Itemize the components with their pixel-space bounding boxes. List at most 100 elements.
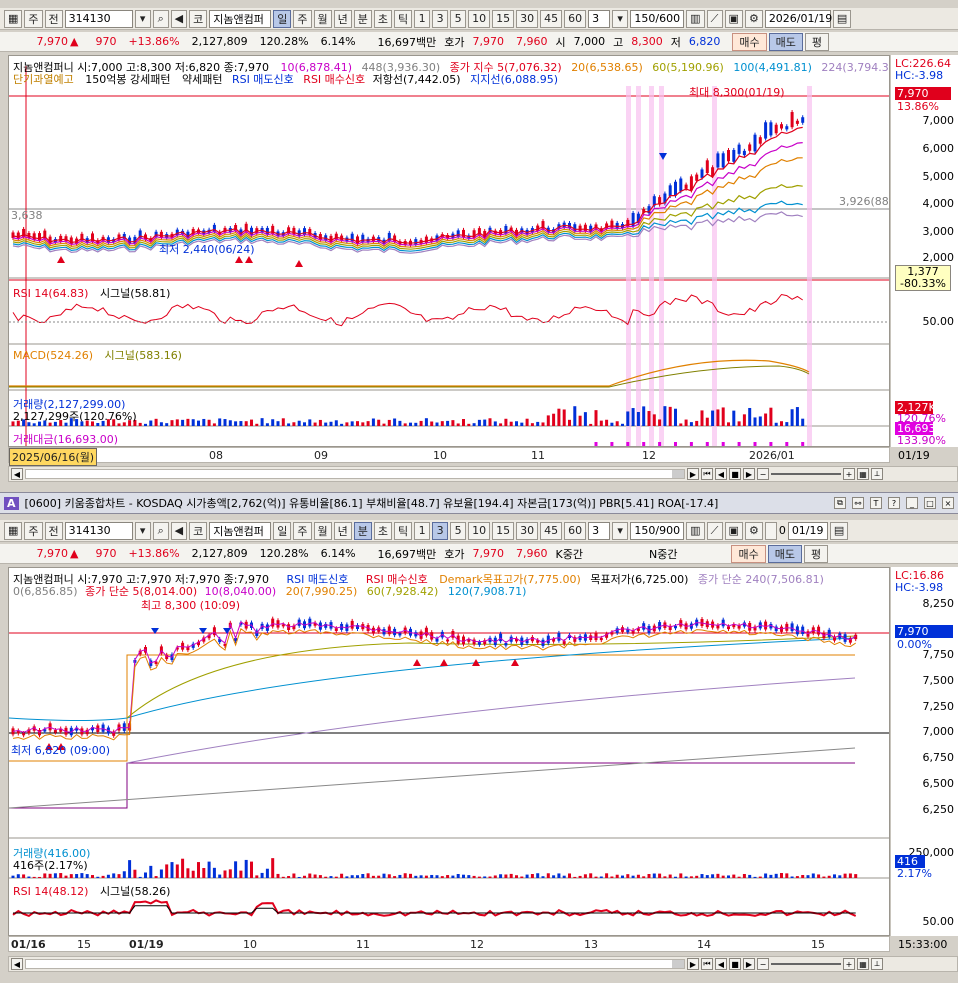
intraday-second[interactable]: 초 [373,9,392,28]
market-label[interactable]: 코 [189,9,208,28]
b-interval-5[interactable]: 5 [450,521,467,540]
zoom-minus-icon[interactable]: − [757,468,769,480]
b-period-day[interactable]: 일 [273,521,292,540]
prev-button[interactable]: 전 [44,9,63,28]
bottom-price-axis[interactable]: LC:16.86 HC:-3.98 8,250 7,970 0.00% 7,75… [890,567,958,936]
b-intraday-second[interactable]: 초 [373,521,392,540]
b-zoom-minus-icon[interactable]: − [757,958,769,970]
zoom-slider[interactable] [771,473,841,475]
b-prev-button[interactable]: 전 [44,521,63,540]
b-flat-button[interactable]: 평 [803,544,829,563]
bottom-chart-panel[interactable]: 지놈앤컴퍼니 시:7,970 고:7,970 저:7,970 종:7,970 R… [8,567,890,936]
candle-icon[interactable]: ▥ [686,9,705,28]
window-copy-icon[interactable]: ⧉ [834,497,846,509]
b-market-label[interactable]: 코 [189,521,208,540]
window-maximize-icon[interactable]: □ [924,497,936,509]
b-interval-30[interactable]: 30 [516,521,539,540]
b-scroll-right-icon[interactable]: ▶ [687,958,699,970]
b-scroll-track[interactable] [25,959,685,969]
top-scroll-thumb[interactable] [672,470,684,478]
measure-icon[interactable]: ⟂ [871,468,883,480]
interval-60[interactable]: 60 [564,9,587,28]
speaker-icon[interactable]: ◀ [170,9,188,28]
b-period-month[interactable]: 월 [313,521,332,540]
search-icon[interactable]: ⌕ [152,9,169,28]
window-link-icon[interactable]: ⚯ [852,497,864,509]
b-intraday-tick[interactable]: 틱 [394,521,413,540]
period-week[interactable]: 주 [293,9,312,28]
scroll-left-icon[interactable]: ◀ [11,468,23,480]
b-interval-3[interactable]: 3 [432,521,449,540]
date-input[interactable]: 2026/01/19 [764,9,832,28]
b-count-input[interactable]: 150/900 [630,521,685,540]
b-intraday-minute[interactable]: 분 [353,521,372,540]
b-save-icon[interactable]: ▣ [724,521,743,540]
b-interval-dropdown-icon[interactable]: ▾ [612,521,629,540]
intraday-tick[interactable]: 틱 [394,9,413,28]
interval-5[interactable]: 5 [450,9,467,28]
window-t-icon[interactable]: T [870,497,882,509]
window-minimize-icon[interactable]: _ [906,497,918,509]
b-gear-icon[interactable]: ⚙ [744,521,763,540]
intraday-minute[interactable]: 분 [353,9,372,28]
period-month[interactable]: 월 [313,9,332,28]
b-grid-icon[interactable]: ▦ [857,958,869,970]
period-day[interactable]: 일 [273,9,292,28]
type-select[interactable]: 주 [24,9,43,28]
prev-icon[interactable]: ◀ [715,468,727,480]
b-date-input[interactable]: 01/19 [787,521,828,540]
count-input[interactable]: 150/600 [630,9,685,28]
grid-icon[interactable]: ▦ [857,468,869,480]
interval-10[interactable]: 10 [468,9,491,28]
b-scroll-thumb[interactable] [672,960,684,968]
gear-icon[interactable]: ⚙ [744,9,763,28]
b-next-icon[interactable]: ▶ [743,958,755,970]
interval-input[interactable]: 3 [588,9,611,28]
b-interval-10[interactable]: 10 [468,521,491,540]
top-price-axis[interactable]: LC:226.64 HC:-3.98 7,970 13.86% 7,000 6,… [890,55,958,447]
bottom-scrollbar[interactable]: ◀ ▶ ⏮ ◀ ■ ▶ − + ▦ ⟂ [8,956,958,972]
top-scrollbar[interactable]: ◀ ▶ ⏮ ◀ ■ ▶ − + ▦ ⟂ [8,466,958,482]
save-icon[interactable]: ▣ [724,9,743,28]
b-zoom-plus-icon[interactable]: + [843,958,855,970]
b-sell-button[interactable]: 매도 [767,544,802,563]
interval-1[interactable]: 1 [414,9,431,28]
b-zoom-slider[interactable] [771,963,841,965]
b-chart-type-icon[interactable]: ▦ [4,521,23,540]
chart-type-icon[interactable]: ▦ [4,9,23,28]
scroll-right-icon[interactable]: ▶ [687,468,699,480]
flat-button[interactable]: 평 [804,32,830,51]
b-speaker-icon[interactable]: ◀ [170,521,188,540]
line-tool-icon[interactable]: ⟋ [706,9,723,28]
b-stock-name[interactable]: 지놈앤컴퍼 [209,521,272,540]
top-chart-panel[interactable]: 지놈앤컴퍼니 시:7,000 고:8,300 저:6,820 종:7,970 1… [8,55,890,447]
b-checkbox[interactable] [764,521,777,540]
b-interval-60[interactable]: 60 [564,521,587,540]
b-interval-1[interactable]: 1 [414,521,431,540]
stock-name[interactable]: 지놈앤컴퍼 [209,9,272,28]
b-line-tool-icon[interactable]: ⟋ [706,521,723,540]
b-candle-icon[interactable]: ▥ [686,521,705,540]
next-icon[interactable]: ▶ [743,468,755,480]
window-help-icon[interactable]: ? [888,497,900,509]
b-code-dropdown-icon[interactable]: ▾ [134,521,151,540]
code-dropdown-icon[interactable]: ▾ [134,9,151,28]
top-scroll-track[interactable] [25,469,685,479]
b-search-icon[interactable]: ⌕ [152,521,169,540]
b-buy-button[interactable]: 매수 [731,544,766,563]
b-calendar-icon[interactable]: ▤ [829,521,849,540]
window-close-icon[interactable]: × [942,497,954,509]
interval-30[interactable]: 30 [516,9,539,28]
b-period-year[interactable]: 년 [333,521,352,540]
calendar-icon[interactable]: ▤ [832,9,852,28]
b-stop-icon[interactable]: ■ [729,958,741,970]
buy-button[interactable]: 매수 [732,32,767,51]
b-period-week[interactable]: 주 [293,521,312,540]
b-interval-15[interactable]: 15 [492,521,515,540]
b-type-select[interactable]: 주 [24,521,43,540]
first-icon[interactable]: ⏮ [701,468,713,480]
period-year[interactable]: 년 [333,9,352,28]
b-interval-45[interactable]: 45 [540,521,563,540]
b-first-icon[interactable]: ⏮ [701,958,713,970]
interval-dropdown-icon[interactable]: ▾ [612,9,629,28]
